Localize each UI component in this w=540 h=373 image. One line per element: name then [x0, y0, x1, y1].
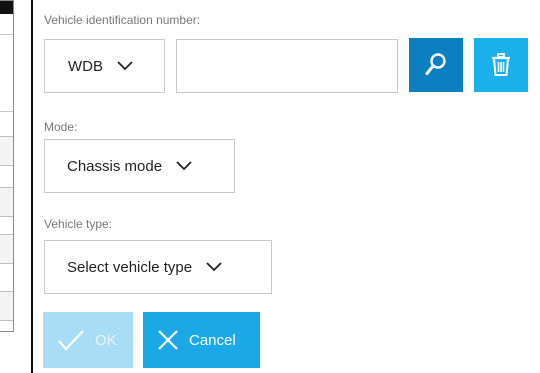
vin-prefix-dropdown[interactable]: WDB — [44, 39, 165, 93]
ok-label: OK — [95, 331, 117, 349]
search-button[interactable] — [409, 38, 463, 92]
vin-prefix-value: WDB — [68, 57, 103, 75]
delete-button[interactable] — [474, 38, 528, 92]
ok-button[interactable]: OK — [43, 312, 133, 368]
background-window-titlebar — [0, 1, 13, 14]
divider — [0, 34, 13, 35]
chevron-down-icon — [206, 262, 222, 272]
list-item[interactable] — [0, 187, 13, 217]
chevron-down-icon — [176, 161, 192, 171]
vehicle-type-label: Vehicle type: — [44, 217, 113, 231]
list-item[interactable] — [0, 136, 13, 166]
check-icon — [58, 330, 84, 351]
vehicle-type-value: Select vehicle type — [67, 258, 193, 276]
vin-input[interactable] — [176, 39, 398, 93]
vehicle-type-dropdown[interactable]: Select vehicle type — [44, 240, 272, 294]
mode-dropdown[interactable]: Chassis mode — [44, 139, 235, 193]
divider — [0, 111, 13, 112]
close-icon — [158, 330, 178, 350]
mode-value: Chassis mode — [67, 157, 163, 175]
vehicle-selection-dialog: Vehicle identification number: WDB Mode:… — [31, 0, 540, 373]
cancel-label: Cancel — [189, 331, 236, 349]
list-item[interactable] — [0, 291, 13, 321]
search-icon — [425, 53, 446, 75]
vin-label: Vehicle identification number: — [44, 13, 201, 27]
trash-icon — [492, 53, 510, 76]
background-window — [0, 0, 14, 332]
cancel-button[interactable]: Cancel — [143, 312, 260, 368]
chevron-down-icon — [117, 61, 133, 71]
mode-label: Mode: — [44, 120, 78, 134]
list-item[interactable] — [0, 234, 13, 264]
